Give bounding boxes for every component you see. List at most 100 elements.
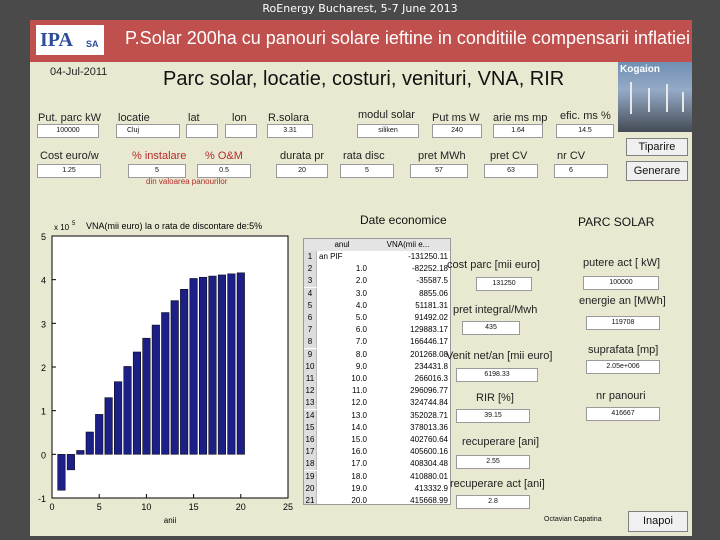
table-row[interactable]: 7 6.0 129883.17	[304, 324, 450, 337]
cell-npv: 51181.31	[415, 300, 448, 310]
x-tick-label: 15	[189, 502, 199, 512]
row-index: 4	[304, 287, 317, 300]
cell-npv: 410880.01	[410, 471, 448, 481]
table-row[interactable]: 13 12.0 324744.84	[304, 397, 450, 410]
chart-bar	[170, 300, 179, 455]
chart-bar	[151, 324, 160, 455]
row-index: 12	[304, 385, 317, 398]
row-index: 11	[304, 373, 317, 385]
npv-table[interactable]: anul VNA(mii e... 1 an PIF -131250.11 2 1.0 -…	[303, 238, 451, 505]
table-row[interactable]: 5 4.0 51181.31	[304, 299, 450, 312]
row-index: 17	[304, 446, 317, 459]
actual-power-output: 100000	[583, 276, 659, 290]
table-row[interactable]: 11 10.0 266016.3	[304, 373, 450, 385]
cell-npv: 415668.99	[410, 496, 448, 505]
chart-bar	[57, 454, 66, 491]
cell-npv: -131250.11	[408, 252, 448, 261]
table-row[interactable]: 10 9.0 234431.8	[304, 360, 450, 373]
table-row[interactable]: 16 15.0 402760.64	[304, 434, 450, 446]
column-header-year: anul	[334, 240, 350, 249]
y-tick-label: 5	[41, 232, 46, 242]
cell-year: 7.0	[355, 337, 367, 347]
table-row[interactable]: 18 17.0 408304.48	[304, 458, 450, 471]
payback-actualized-output: 2.8	[456, 495, 530, 509]
cell-year: 17.0	[351, 459, 367, 469]
net-income-output: 6198.33	[456, 368, 538, 382]
cell-npv: 166446.17	[410, 337, 448, 347]
table-row[interactable]: 6 5.0 91492.02	[304, 312, 450, 324]
chart-bar	[142, 337, 151, 455]
chart-bar	[76, 450, 85, 455]
row-index: 8	[304, 336, 317, 349]
chart-bar	[180, 289, 189, 455]
cell-npv: 408304.48	[410, 459, 448, 469]
annual-energy-output: 119708	[586, 316, 660, 330]
chart-bar	[123, 366, 132, 455]
table-row[interactable]: 15 14.0 378013.36	[304, 421, 450, 434]
table-row[interactable]: 2 1.0 -82252.18	[304, 263, 450, 276]
panel-count-output: 416667	[586, 407, 660, 421]
cell-year: an PIF	[319, 252, 343, 261]
park-label: nr panouri	[596, 390, 646, 402]
park-cost-output: 131250	[476, 277, 532, 291]
table-row[interactable]: 8 7.0 166446.17	[304, 336, 450, 349]
cell-year: 2.0	[355, 276, 367, 286]
x-tick-label: 25	[283, 502, 293, 512]
cell-npv: 129883.17	[410, 325, 448, 335]
payback-output: 2.55	[456, 455, 530, 469]
table-row[interactable]: 20 19.0 413332.9	[304, 482, 450, 495]
cell-year: 11.0	[352, 386, 367, 396]
row-index: 7	[304, 324, 317, 337]
author-name: Octavian Capatina	[544, 516, 602, 523]
row-index: 20	[304, 482, 317, 495]
park-label: energie an [MWh]	[579, 295, 666, 307]
chart-bar	[161, 312, 170, 455]
cell-year: 16.0	[351, 447, 367, 457]
chart-bar	[104, 397, 113, 455]
row-index: 19	[304, 470, 317, 483]
cell-npv: 413332.9	[414, 483, 448, 493]
cell-npv: 402760.64	[410, 435, 448, 444]
cell-npv: -82252.18	[411, 264, 448, 274]
y-tick-label: 3	[41, 319, 46, 329]
row-index: 9	[304, 348, 317, 361]
column-header-npv: VNA(mii e...	[386, 240, 430, 249]
cell-year: 4.0	[355, 300, 367, 310]
park-label: putere act [ kW]	[583, 257, 661, 269]
x-tick-label: 10	[141, 502, 151, 512]
y-tick-label: 1	[41, 407, 46, 417]
table-row[interactable]: 1 an PIF -131250.11	[304, 251, 450, 263]
econ-label: pret integral/Mwh	[453, 304, 538, 316]
back-button[interactable]: Inapoi	[628, 511, 688, 532]
table-row[interactable]: 3 2.0 -35587.5	[304, 275, 450, 288]
table-row[interactable]: 17 16.0 405600.16	[304, 446, 450, 459]
table-row[interactable]: 19 18.0 410880.01	[304, 470, 450, 483]
y-tick-label: 4	[41, 276, 46, 286]
row-index: 5	[304, 299, 317, 312]
table-row[interactable]: 4 3.0 8855.06	[304, 287, 450, 300]
chart-bar	[208, 275, 217, 455]
cell-year: 5.0	[355, 313, 367, 322]
row-index: 3	[304, 275, 317, 288]
cell-year: 1.0	[355, 264, 367, 274]
table-row[interactable]: 12 11.0 296096.77	[304, 385, 450, 398]
cell-npv: 405600.16	[410, 447, 448, 457]
cell-npv: 378013.36	[410, 422, 448, 432]
chart-bar	[114, 381, 123, 455]
row-index: 6	[304, 312, 317, 324]
cell-npv: 91492.02	[414, 313, 448, 322]
y-tick-label: 0	[41, 450, 46, 460]
cell-npv: -35587.5	[416, 276, 448, 286]
cell-npv: 8855.06	[419, 288, 448, 298]
row-index: 10	[304, 360, 317, 373]
table-row[interactable]: 21 20.0 415668.99	[304, 495, 450, 505]
row-index: 18	[304, 458, 317, 471]
park-label: suprafata [mp]	[588, 344, 659, 356]
chart-bar	[189, 278, 198, 455]
table-row[interactable]: 9 8.0 201268.08	[304, 348, 450, 361]
cell-npv: 201268.08	[410, 349, 448, 359]
table-header-row: anul VNA(mii e...	[304, 239, 450, 251]
plot-background	[51, 235, 289, 499]
row-index: 2	[304, 263, 317, 276]
table-row[interactable]: 14 13.0 352028.71	[304, 409, 450, 422]
